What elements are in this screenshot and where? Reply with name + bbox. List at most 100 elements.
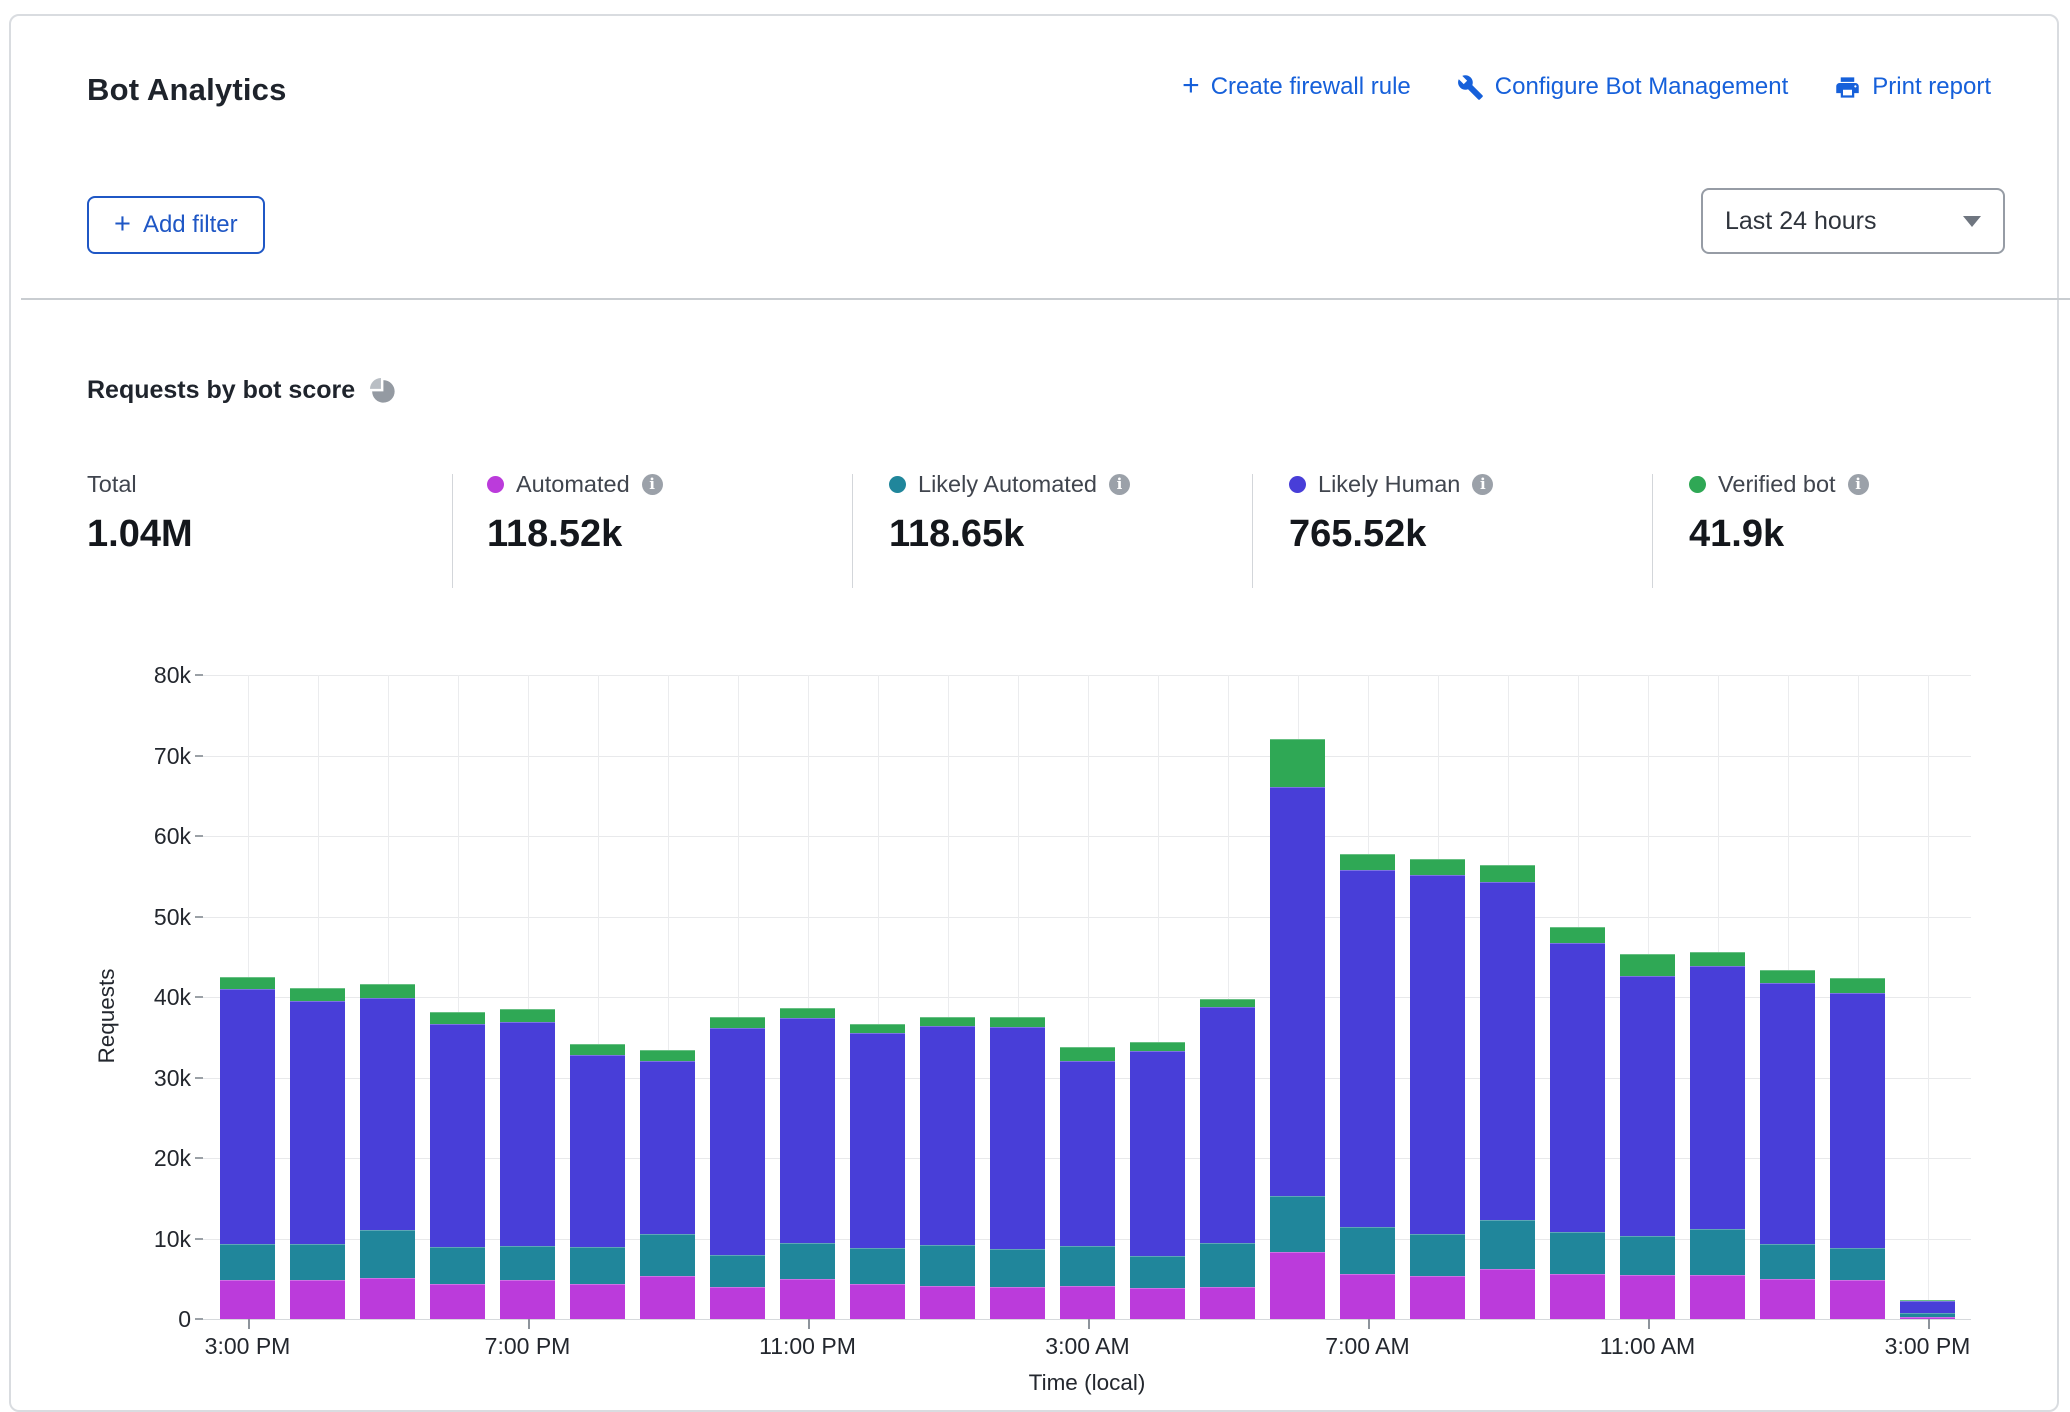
stat-total-label: Total bbox=[87, 471, 137, 498]
bar-segment-likely-automated bbox=[920, 1245, 975, 1286]
info-icon[interactable]: i bbox=[1472, 474, 1493, 495]
bar-hour-5[interactable] bbox=[570, 1044, 625, 1319]
y-axis-tick bbox=[195, 1238, 203, 1240]
bar-segment-verified-bot bbox=[1340, 854, 1395, 870]
bar-hour-19[interactable] bbox=[1550, 927, 1605, 1319]
y-axis-tick-label: 0 bbox=[71, 1306, 191, 1333]
bar-segment-verified-bot bbox=[220, 977, 275, 989]
info-icon[interactable]: i bbox=[1109, 474, 1130, 495]
bar-hour-6[interactable] bbox=[640, 1050, 695, 1319]
bar-hour-12[interactable] bbox=[1060, 1047, 1115, 1319]
bar-segment-likely-automated bbox=[990, 1249, 1045, 1287]
x-axis-title: Time (local) bbox=[987, 1370, 1187, 1396]
bar-segment-verified-bot bbox=[1200, 999, 1255, 1008]
y-axis-tick bbox=[195, 835, 203, 837]
bar-segment-verified-bot bbox=[500, 1009, 555, 1022]
bar-segment-automated bbox=[850, 1284, 905, 1319]
info-icon[interactable]: i bbox=[1848, 474, 1869, 495]
bar-segment-automated bbox=[1060, 1286, 1115, 1319]
bar-hour-0[interactable] bbox=[220, 977, 275, 1319]
bar-segment-verified-bot bbox=[1690, 952, 1745, 966]
bar-segment-automated bbox=[710, 1287, 765, 1319]
bar-hour-15[interactable] bbox=[1270, 739, 1325, 1319]
bar-segment-likely-automated bbox=[1130, 1256, 1185, 1287]
bar-segment-likely-human bbox=[1410, 875, 1465, 1234]
bar-segment-verified-bot bbox=[290, 988, 345, 1001]
y-axis-tick bbox=[195, 1318, 203, 1320]
bar-segment-verified-bot bbox=[430, 1012, 485, 1024]
y-axis-tick bbox=[195, 1077, 203, 1079]
bar-segment-automated bbox=[430, 1284, 485, 1319]
y-axis-tick-label: 70k bbox=[71, 743, 191, 770]
likely-human-dot-icon bbox=[1289, 476, 1306, 493]
create-firewall-rule-link[interactable]: + Create firewall rule bbox=[1182, 73, 1411, 101]
y-axis-tick bbox=[195, 1157, 203, 1159]
bar-hour-2[interactable] bbox=[360, 984, 415, 1319]
x-axis-tick-label: 7:00 AM bbox=[1288, 1333, 1448, 1360]
page-title: Bot Analytics bbox=[87, 72, 287, 108]
x-axis-tick-label: 3:00 PM bbox=[168, 1333, 328, 1360]
bar-hour-9[interactable] bbox=[850, 1024, 905, 1319]
bar-segment-likely-human bbox=[290, 1001, 345, 1244]
stat-verified-bot-value: 41.9k bbox=[1689, 513, 1869, 556]
x-axis-tick bbox=[1928, 1319, 1930, 1329]
bar-segment-verified-bot bbox=[920, 1017, 975, 1026]
stat-divider bbox=[1252, 474, 1253, 588]
time-range-value: Last 24 hours bbox=[1725, 207, 1877, 236]
bar-hour-13[interactable] bbox=[1130, 1042, 1185, 1319]
bar-hour-14[interactable] bbox=[1200, 999, 1255, 1319]
plus-icon: + bbox=[1182, 71, 1200, 101]
bar-segment-likely-automated bbox=[640, 1234, 695, 1276]
y-axis-tick bbox=[195, 996, 203, 998]
bar-segment-automated bbox=[1830, 1280, 1885, 1319]
bar-hour-24[interactable] bbox=[1900, 1300, 1955, 1319]
bar-hour-8[interactable] bbox=[780, 1008, 835, 1319]
bar-segment-automated bbox=[990, 1287, 1045, 1319]
bar-hour-4[interactable] bbox=[500, 1009, 555, 1319]
bar-segment-automated bbox=[780, 1279, 835, 1319]
bar-segment-likely-automated bbox=[570, 1247, 625, 1284]
stat-likely-automated-value: 118.65k bbox=[889, 513, 1130, 556]
bar-segment-verified-bot bbox=[1550, 927, 1605, 943]
print-report-label: Print report bbox=[1872, 73, 1991, 101]
bar-hour-22[interactable] bbox=[1760, 970, 1815, 1319]
bar-segment-likely-automated bbox=[1760, 1244, 1815, 1279]
stat-automated-label: Automated bbox=[516, 471, 630, 498]
stat-likely-automated: Likely Automated i 118.65k bbox=[889, 471, 1130, 556]
bar-hour-17[interactable] bbox=[1410, 859, 1465, 1319]
bar-segment-verified-bot bbox=[780, 1008, 835, 1018]
verified-bot-dot-icon bbox=[1689, 476, 1706, 493]
stat-total: Total 1.04M bbox=[87, 471, 193, 556]
x-axis-tick-label: 7:00 PM bbox=[448, 1333, 608, 1360]
bar-hour-21[interactable] bbox=[1690, 952, 1745, 1319]
y-axis-tick-label: 50k bbox=[71, 904, 191, 931]
chevron-down-icon bbox=[1963, 216, 1981, 227]
time-range-select[interactable]: Last 24 hours bbox=[1701, 188, 2005, 254]
bar-hour-16[interactable] bbox=[1340, 854, 1395, 1319]
bar-hour-18[interactable] bbox=[1480, 865, 1535, 1319]
bar-segment-automated bbox=[1550, 1274, 1605, 1319]
configure-bot-management-link[interactable]: Configure Bot Management bbox=[1457, 73, 1789, 101]
bar-segment-likely-automated bbox=[1830, 1248, 1885, 1280]
bar-segment-likely-automated bbox=[430, 1247, 485, 1284]
bar-segment-likely-human bbox=[220, 989, 275, 1244]
info-icon[interactable]: i bbox=[642, 474, 663, 495]
bar-hour-11[interactable] bbox=[990, 1017, 1045, 1319]
y-axis-tick bbox=[195, 674, 203, 676]
bar-segment-automated bbox=[1620, 1275, 1675, 1319]
bar-hour-7[interactable] bbox=[710, 1017, 765, 1319]
print-report-link[interactable]: Print report bbox=[1834, 73, 1991, 101]
bar-hour-1[interactable] bbox=[290, 988, 345, 1319]
bar-segment-likely-human bbox=[1830, 993, 1885, 1248]
x-axis-tick-label: 11:00 PM bbox=[728, 1333, 888, 1360]
bar-segment-likely-human bbox=[1900, 1301, 1955, 1313]
bar-segment-likely-automated bbox=[1690, 1229, 1745, 1275]
bar-hour-10[interactable] bbox=[920, 1017, 975, 1319]
bar-hour-3[interactable] bbox=[430, 1012, 485, 1319]
bar-hour-20[interactable] bbox=[1620, 954, 1675, 1319]
bar-hour-23[interactable] bbox=[1830, 978, 1885, 1319]
y-axis-tick bbox=[195, 916, 203, 918]
bar-segment-likely-human bbox=[360, 998, 415, 1231]
bar-segment-verified-bot bbox=[850, 1024, 905, 1034]
add-filter-button[interactable]: + Add filter bbox=[87, 196, 265, 254]
